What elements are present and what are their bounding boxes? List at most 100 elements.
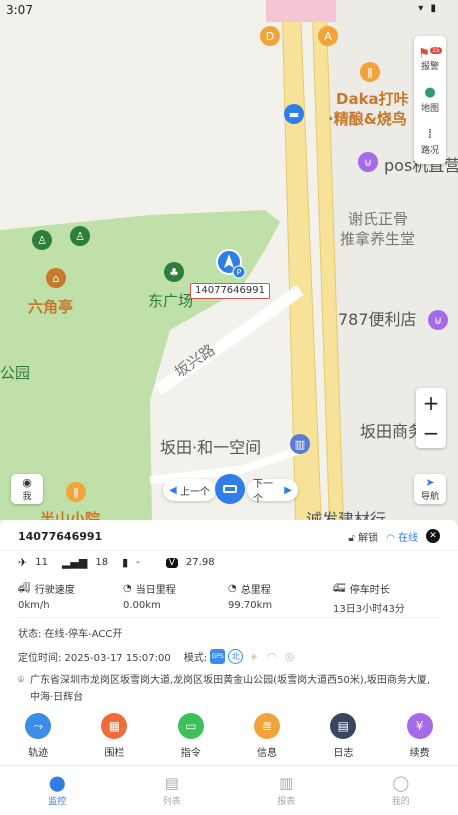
bar-chart-icon: ▥ xyxy=(279,774,294,792)
traffic-label: 路况 xyxy=(420,145,439,156)
online-status: ◠ 在线 xyxy=(386,529,418,544)
center-vehicle-button[interactable] xyxy=(215,474,245,504)
metric-label: 停车时长 xyxy=(349,584,390,596)
chevron-right-icon: ▶ xyxy=(284,484,292,496)
globe-icon: ● xyxy=(424,84,436,100)
map-type-tool[interactable]: ● 地图 xyxy=(414,78,446,120)
voltage-icon: V xyxy=(165,557,178,568)
tab-mine[interactable]: ◯ 我的 xyxy=(344,766,458,815)
poi-kongjian: 坂田·和一空间 xyxy=(160,438,262,457)
prev-vehicle-button[interactable]: ◀ 上一个 xyxy=(163,479,216,501)
alarm-tool[interactable]: ⚑ 15 报警 xyxy=(414,36,446,78)
battery-value: - xyxy=(136,557,140,568)
zoom-in-button[interactable]: + xyxy=(416,388,446,418)
user-icon: ◯ xyxy=(392,774,410,792)
route-icon: ⤳ xyxy=(25,713,52,739)
command-button[interactable]: ▭ 指令 xyxy=(153,713,229,761)
status-time: 3:07 xyxy=(6,3,33,17)
info-icon: ≣ xyxy=(254,713,281,739)
poi-xie: 谢氏正骨 xyxy=(348,210,409,228)
divider xyxy=(18,617,440,618)
svg-text:P: P xyxy=(237,268,242,277)
address-text: 广东省深圳市龙岗区坂雪岗大道,龙岗区坂田黄金山公园(坂雪岗大道西50米),坂田商… xyxy=(30,675,431,703)
location-icon: ◉ xyxy=(22,476,32,489)
locate-time-row: 定位时间: 2025-03-17 15:07:00 模式: GPS 北 ⚹ ◠ … xyxy=(18,649,440,664)
metric-value: 0.00km xyxy=(123,600,161,611)
tab-report[interactable]: ▥ 报表 xyxy=(229,766,344,815)
tab-monitor[interactable]: ⬤ 监控 xyxy=(0,766,115,815)
exit-d-icon: D xyxy=(260,26,280,46)
bus-stop-icon: ▬ xyxy=(284,104,304,124)
beidou-mode-icon: 北 xyxy=(228,649,244,664)
map-view[interactable]: 3:07 ▾ ▮ D A ▬ ǁ ⊍ ♙ ♙ ⌂ ♣ ⊍ ▥ ǁ Daka打咔 … xyxy=(0,0,458,540)
next-vehicle-button[interactable]: 下一个 ▶ xyxy=(247,479,298,505)
divider xyxy=(0,550,458,551)
signal-bars-icon: ▂▄▆ xyxy=(61,556,88,569)
poi-gongyuan: 公园 xyxy=(0,364,31,382)
poi-xie-2: 推拿养生堂 xyxy=(340,230,416,248)
traffic-light-icon: ⁞ xyxy=(427,126,433,142)
car-icon xyxy=(223,485,237,493)
alarm-label: 报警 xyxy=(420,61,439,72)
voltage-value: 27.98 xyxy=(185,557,215,568)
vehicle-info-panel: 14077646991 🔓︎ 解锁 ◠ 在线 ✕ ✈ 11 ▂▄▆ 18 ▮ - V2… xyxy=(0,520,458,765)
track-button[interactable]: ⤳ 轨迹 xyxy=(0,713,76,761)
poi-liujiaoting: 六角亭 xyxy=(28,298,74,316)
wifi-mode-icon: ◠ xyxy=(266,650,277,663)
info-button[interactable]: ≣ 信息 xyxy=(229,713,305,761)
vehicle-pager: ◀ 上一个 下一个 ▶ xyxy=(163,474,298,505)
gauge-icon: ◔ xyxy=(228,582,237,594)
map-tools: ⚑ 15 报警 ● 地图 ⁞ 路况 xyxy=(414,36,446,164)
list-icon: ▤ xyxy=(164,774,179,792)
unlock-button[interactable]: 🔓︎ 解锁 xyxy=(348,529,378,544)
tab-label: 我的 xyxy=(391,797,410,807)
metric-total-mileage: ◔ 总里程 99.70km xyxy=(228,580,333,615)
restaurant-icon: ǁ xyxy=(360,62,380,82)
vehicle-plate-label[interactable]: 14077646991 xyxy=(190,283,270,299)
parked-truck-icon: 🚛︎ xyxy=(333,582,346,594)
bottom-tab-bar: ⬤ 监控 ▤ 列表 ▥ 报表 ◯ 我的 xyxy=(0,765,458,815)
log-button[interactable]: ▤ 日志 xyxy=(305,713,381,761)
close-panel-button[interactable]: ✕ xyxy=(426,529,440,543)
prev-label: 上一个 xyxy=(179,486,210,498)
action-label: 信息 xyxy=(257,748,278,759)
locate-time: 定位时间: 2025-03-17 15:07:00 xyxy=(18,653,171,664)
command-icon: ▭ xyxy=(177,713,204,739)
zoom-control: + − xyxy=(416,388,446,448)
poi-daka: Daka打咔 xyxy=(336,90,409,108)
navigation-button[interactable]: ➤ 导航 xyxy=(414,474,446,504)
renew-icon: ¥ xyxy=(406,713,433,739)
metric-label: 行驶速度 xyxy=(34,584,75,596)
vehicle-marker-icon[interactable]: P xyxy=(216,248,246,280)
signal-value: 18 xyxy=(95,557,109,568)
chevron-left-icon: ◀ xyxy=(169,484,177,496)
building-icon: ▥ xyxy=(290,434,310,454)
metric-label: 总里程 xyxy=(240,584,271,596)
address-row: ⌾ 广东省深圳市龙岗区坂雪岗大道,龙岗区坂田黄金山公园(坂雪岗大道西50米),坂… xyxy=(18,672,440,706)
navigation-label: 导航 xyxy=(420,492,439,502)
metric-value: 99.70km xyxy=(228,600,273,611)
zoom-out-button[interactable]: − xyxy=(416,418,446,448)
metric-label: 当日里程 xyxy=(135,584,176,596)
panel-header: 14077646991 🔓︎ 解锁 ◠ 在线 ✕ xyxy=(18,528,440,544)
unlock-label: 解锁 xyxy=(358,532,379,544)
next-label: 下一个 xyxy=(253,479,273,505)
my-location-button[interactable]: ◉ 我 xyxy=(11,474,43,504)
toilet-icon-2: ♙ xyxy=(70,226,90,246)
traffic-tool[interactable]: ⁞ 路况 xyxy=(414,120,446,162)
tab-list[interactable]: ▤ 列表 xyxy=(115,766,230,815)
gps-mode-icon: GPS xyxy=(210,649,226,664)
metric-parking-duration: 🚛︎ 停车时长 13日3小时43分 xyxy=(333,580,438,616)
gauge-icon: ◔ xyxy=(123,582,132,594)
map-type-label: 地图 xyxy=(420,103,439,114)
metric-value: 0km/h xyxy=(18,600,50,611)
base-station-icon: ⚹ xyxy=(250,649,257,663)
tab-label: 报表 xyxy=(277,797,296,807)
fence-button[interactable]: ▦ 围栏 xyxy=(76,713,152,761)
location-pin-icon: ⌾ xyxy=(18,675,24,686)
mode-label: 模式: xyxy=(183,653,208,664)
alarm-icon: ⚑ 15 xyxy=(418,45,442,61)
device-id: 14077646991 xyxy=(18,529,103,543)
action-label: 日志 xyxy=(333,748,354,759)
renew-button[interactable]: ¥ 续费 xyxy=(381,713,457,761)
